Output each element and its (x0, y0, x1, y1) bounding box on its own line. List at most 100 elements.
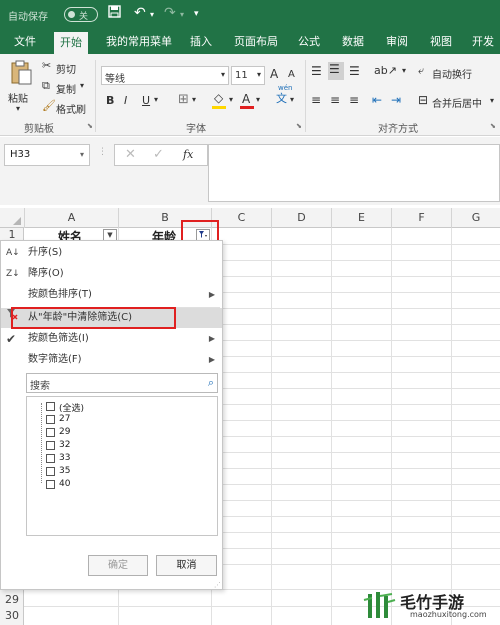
checkbox[interactable] (46, 415, 55, 424)
font-size-select[interactable]: 11 ▾ (231, 66, 265, 85)
font-color-button[interactable]: A (242, 92, 250, 106)
align-bottom-icon[interactable]: ☰ (349, 64, 360, 78)
checkbox[interactable] (46, 467, 55, 476)
autosave-toggle[interactable]: 关 (64, 7, 98, 22)
align-right-icon[interactable]: ≡ (349, 93, 359, 107)
phonetic-button[interactable]: 文 (276, 90, 287, 106)
column-header-e[interactable]: E (331, 208, 391, 228)
align-middle-icon[interactable]: ☰ (328, 62, 344, 80)
ok-button[interactable]: 确定 (88, 555, 148, 576)
menu-number-filters[interactable]: 数字筛选(F) ▶ (1, 350, 222, 370)
fill-dropdown-icon[interactable]: ▾ (229, 95, 233, 104)
save-icon[interactable] (108, 5, 121, 22)
grid-line (391, 228, 392, 625)
bold-button[interactable]: B (106, 94, 114, 107)
copy-dropdown-icon[interactable]: ▾ (80, 81, 84, 90)
resize-grip-icon[interactable]: ⋰ (214, 581, 221, 589)
column-header-c[interactable]: C (211, 208, 271, 228)
undo-icon[interactable]: ↶ (134, 5, 146, 21)
merge-center-button[interactable]: 合并后居中 (432, 95, 482, 110)
shrink-font-button[interactable]: A (288, 69, 295, 80)
menu-sort-by-color[interactable]: 按颜色排序(T) ▶ (1, 285, 222, 305)
checkbox[interactable] (46, 441, 55, 450)
paste-icon[interactable] (10, 60, 32, 89)
toggle-knob (68, 11, 75, 18)
font-group-label: 字体 (186, 124, 206, 135)
select-all-corner[interactable] (0, 208, 24, 228)
column-header-g[interactable]: G (451, 208, 500, 228)
underline-dropdown-icon[interactable]: ▾ (154, 95, 158, 104)
orientation-dropdown-icon[interactable]: ▾ (402, 66, 406, 75)
tab-page-layout[interactable]: 页面布局 (228, 30, 284, 54)
orientation-icon[interactable]: ab↗ (374, 64, 397, 77)
row-header-29[interactable]: 29 (0, 593, 24, 606)
cut-icon[interactable]: ✂ (42, 59, 51, 72)
tab-formulas[interactable]: 公式 (292, 30, 326, 54)
menu-sort-descending[interactable]: Z↓ 降序(O) (1, 264, 222, 284)
redo-icon[interactable]: ↷ (164, 5, 176, 21)
enter-icon[interactable]: ✓ (153, 147, 164, 162)
tab-home[interactable]: 开始 (54, 32, 88, 54)
wrap-text-button[interactable]: 自动换行 (432, 66, 472, 81)
checkbox[interactable] (46, 402, 55, 411)
clipboard-launcher-icon[interactable]: ⬊ (87, 122, 93, 130)
align-center-icon[interactable]: ≡ (330, 93, 340, 107)
decrease-indent-icon[interactable]: ⇤ (372, 93, 382, 107)
filter-search-input[interactable]: 搜索 ⌕ (26, 373, 218, 393)
paste-dropdown-icon[interactable]: ▾ (16, 104, 20, 113)
tab-file[interactable]: 文件 (8, 30, 42, 54)
copy-button[interactable]: 复制 (56, 81, 76, 96)
wrap-text-icon[interactable]: ⤶ (418, 64, 424, 78)
tab-data[interactable]: 数据 (336, 30, 370, 54)
menu-filter-by-color[interactable]: ✔ 按颜色筛选(I) ▶ (1, 329, 222, 349)
format-painter-button[interactable]: 格式刷 (56, 101, 86, 116)
redo-dropdown-icon[interactable]: ▾ (180, 10, 184, 19)
paste-button[interactable]: 粘贴 (8, 90, 28, 105)
italic-button[interactable]: I (124, 94, 127, 107)
copy-icon[interactable]: ⧉ (42, 79, 50, 93)
align-top-icon[interactable]: ☰ (311, 64, 322, 78)
cancel-icon[interactable]: ✕ (125, 147, 136, 162)
format-painter-icon[interactable]: 🖌 (42, 99, 56, 112)
checkbox[interactable] (46, 428, 55, 437)
column-header-d[interactable]: D (271, 208, 331, 228)
align-left-icon[interactable]: ≡ (311, 93, 321, 107)
tab-common-menu[interactable]: 我的常用菜单 (100, 30, 178, 54)
border-icon[interactable]: ⊞ (178, 92, 189, 107)
increase-indent-icon[interactable]: ⇥ (391, 93, 401, 107)
merge-center-icon[interactable]: ⊟ (418, 93, 428, 107)
phonetic-dropdown-icon[interactable]: ▾ (290, 95, 294, 104)
grid-line (331, 228, 332, 625)
cancel-button[interactable]: 取消 (156, 555, 217, 576)
submenu-arrow-icon: ▶ (208, 355, 215, 364)
cut-button[interactable]: 剪切 (56, 61, 76, 76)
formula-buttons: ✕ ✓ fx (114, 144, 208, 166)
merge-dropdown-icon[interactable]: ▾ (490, 96, 494, 105)
submenu-arrow-icon: ▶ (208, 290, 215, 299)
tab-review[interactable]: 审阅 (380, 30, 414, 54)
column-header-f[interactable]: F (391, 208, 451, 228)
menu-sort-ascending[interactable]: A↓ 升序(S) (1, 243, 222, 263)
insert-function-button[interactable]: fx (183, 148, 193, 161)
font-name-select[interactable]: 等线 ▾ (101, 66, 229, 85)
row-header-30[interactable]: 30 (0, 609, 24, 622)
tab-developer[interactable]: 开发工 (466, 30, 500, 72)
underline-button[interactable]: U (142, 94, 150, 107)
font-name-value: 等线 (105, 74, 125, 85)
grow-font-button[interactable]: A (270, 67, 278, 81)
tab-insert[interactable]: 插入 (184, 30, 218, 54)
font-color-dropdown-icon[interactable]: ▾ (256, 95, 260, 104)
checkbox[interactable] (46, 480, 55, 489)
font-launcher-icon[interactable]: ⬊ (296, 122, 302, 130)
search-placeholder: 搜索 (30, 381, 50, 392)
border-dropdown-icon[interactable]: ▾ (192, 95, 196, 104)
tab-view[interactable]: 视图 (424, 30, 458, 54)
formula-input[interactable] (208, 144, 500, 202)
alignment-launcher-icon[interactable]: ⬊ (490, 122, 496, 130)
column-header-a[interactable]: A (24, 208, 118, 228)
name-box[interactable]: H33 ▾ (4, 144, 90, 166)
checkbox[interactable] (46, 454, 55, 463)
fill-color-icon[interactable]: ◇ (214, 91, 223, 105)
customize-qa-icon[interactable]: ▾ (194, 9, 199, 19)
undo-dropdown-icon[interactable]: ▾ (150, 10, 154, 19)
